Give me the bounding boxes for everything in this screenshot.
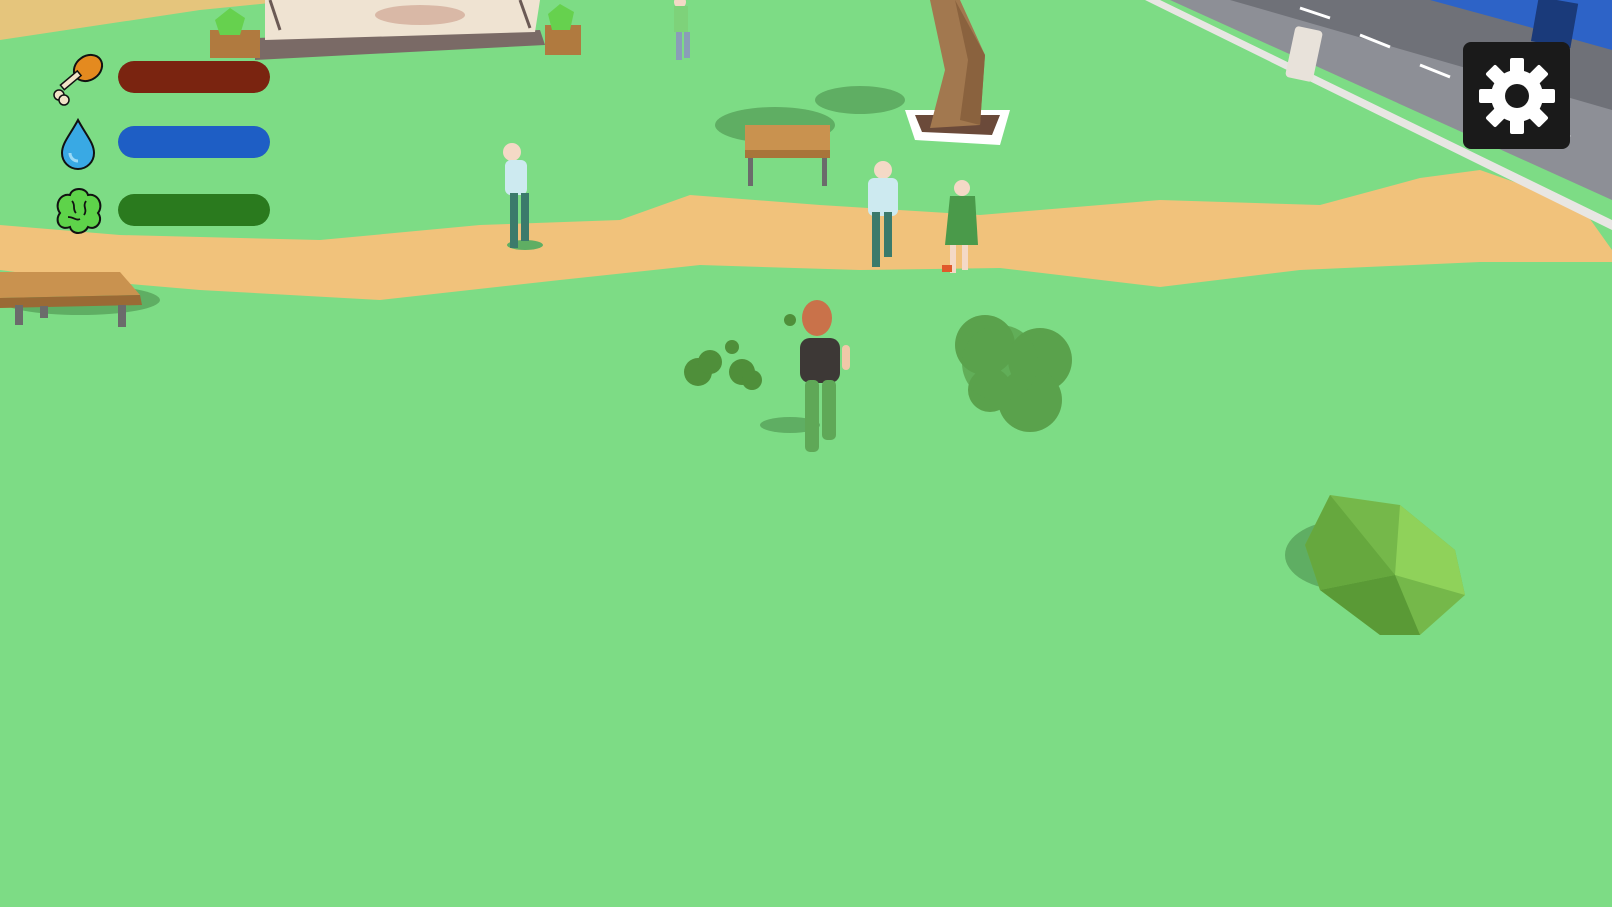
- drumstick-icon: [53, 53, 104, 106]
- npc-walker-top: [674, 0, 690, 60]
- hunger-bar: [118, 61, 270, 93]
- brain-icon: [56, 188, 102, 234]
- sanity-bar-fill: [118, 194, 270, 226]
- hunger-meter: [50, 50, 280, 106]
- hunger-bar-fill: [118, 61, 270, 93]
- sanity-meter: [50, 183, 280, 234]
- water-drop-icon: [60, 117, 96, 170]
- thirst-bar: [118, 126, 270, 158]
- thirst-meter: [50, 115, 280, 170]
- gear-icon: [1478, 57, 1555, 134]
- settings-button[interactable]: [1463, 42, 1570, 149]
- thirst-bar-fill: [118, 126, 270, 158]
- sanity-bar: [118, 194, 270, 226]
